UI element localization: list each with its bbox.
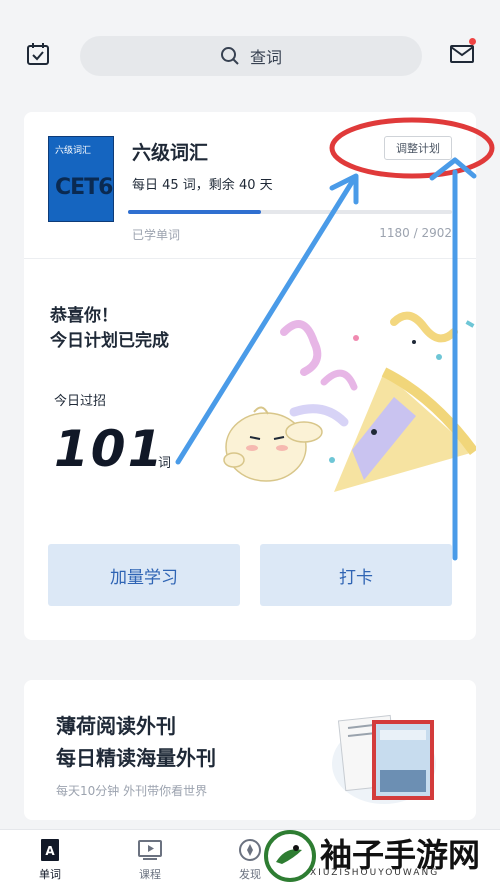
extra-study-button[interactable]: 加量学习 (48, 544, 240, 606)
promo-title: 薄荷阅读外刊 每日精读海量外刊 (56, 710, 216, 774)
plan-title: 六级词汇 (132, 142, 209, 164)
check-in-button[interactable]: 打卡 (260, 544, 452, 606)
cover-big-text: CET6 (55, 175, 113, 200)
tab-words-label: 单词 (39, 868, 61, 881)
congrats-text: 恭喜你！ 今日计划已完成 (50, 304, 169, 354)
search-input[interactable]: 查词 (80, 36, 422, 76)
learned-label: 已学单词 (132, 228, 181, 242)
tab-discover-label: 发现 (239, 868, 261, 881)
congrats-line-2: 今日计划已完成 (50, 331, 169, 351)
unread-dot (469, 38, 476, 45)
progress-fill (128, 210, 261, 214)
watermark-en: XIUZISHOUYOUWANG (310, 868, 440, 878)
promo-line-1: 薄荷阅读外刊 (56, 714, 176, 738)
video-icon (138, 840, 162, 860)
cover-title: 六级词汇 (55, 146, 92, 156)
tab-course-label: 课程 (139, 868, 161, 881)
book-icon: A (41, 839, 59, 861)
search-icon (220, 47, 239, 65)
progress-bar (128, 210, 452, 214)
congrats-line-1: 恭喜你！ (50, 306, 118, 326)
calendar-check-icon[interactable] (22, 38, 54, 70)
divider (24, 258, 476, 259)
promo-card[interactable]: 薄荷阅读外刊 每日精读海量外刊 每天10分钟 外刊带你看世界 (24, 680, 476, 820)
compass-icon (239, 839, 261, 861)
celebration-illustration (223, 311, 476, 492)
today-count: 101 (54, 420, 165, 478)
search-label: 查词 (249, 48, 282, 67)
adjust-plan-button[interactable]: 调整计划 (384, 136, 452, 160)
promo-subtitle: 每天10分钟 外刊带你看世界 (56, 784, 208, 798)
today-unit: 词 (158, 456, 172, 471)
tab-course[interactable]: 课程 (120, 838, 180, 889)
book-cover[interactable]: 六级词汇 CET6 (48, 136, 114, 222)
mail-icon[interactable] (446, 38, 478, 70)
watermark: 袖子手游网 XIUZISHOUYOUWANG (262, 828, 494, 886)
promo-line-2: 每日精读海量外刊 (56, 746, 216, 770)
plan-card: 六级词汇 CET6 六级词汇 每日 45 词，剩余 40 天 调整计划 已学单词… (24, 112, 476, 640)
learned-count: 1180 / 2902 (379, 226, 452, 240)
tab-words[interactable]: A 单词 (20, 838, 80, 889)
magazine-illustration (332, 714, 436, 804)
top-bar: 查词 (0, 0, 500, 110)
svg-text:A: A (45, 844, 55, 858)
today-label: 今日过招 (54, 394, 107, 409)
plan-daily-info: 每日 45 词，剩余 40 天 (132, 178, 273, 193)
